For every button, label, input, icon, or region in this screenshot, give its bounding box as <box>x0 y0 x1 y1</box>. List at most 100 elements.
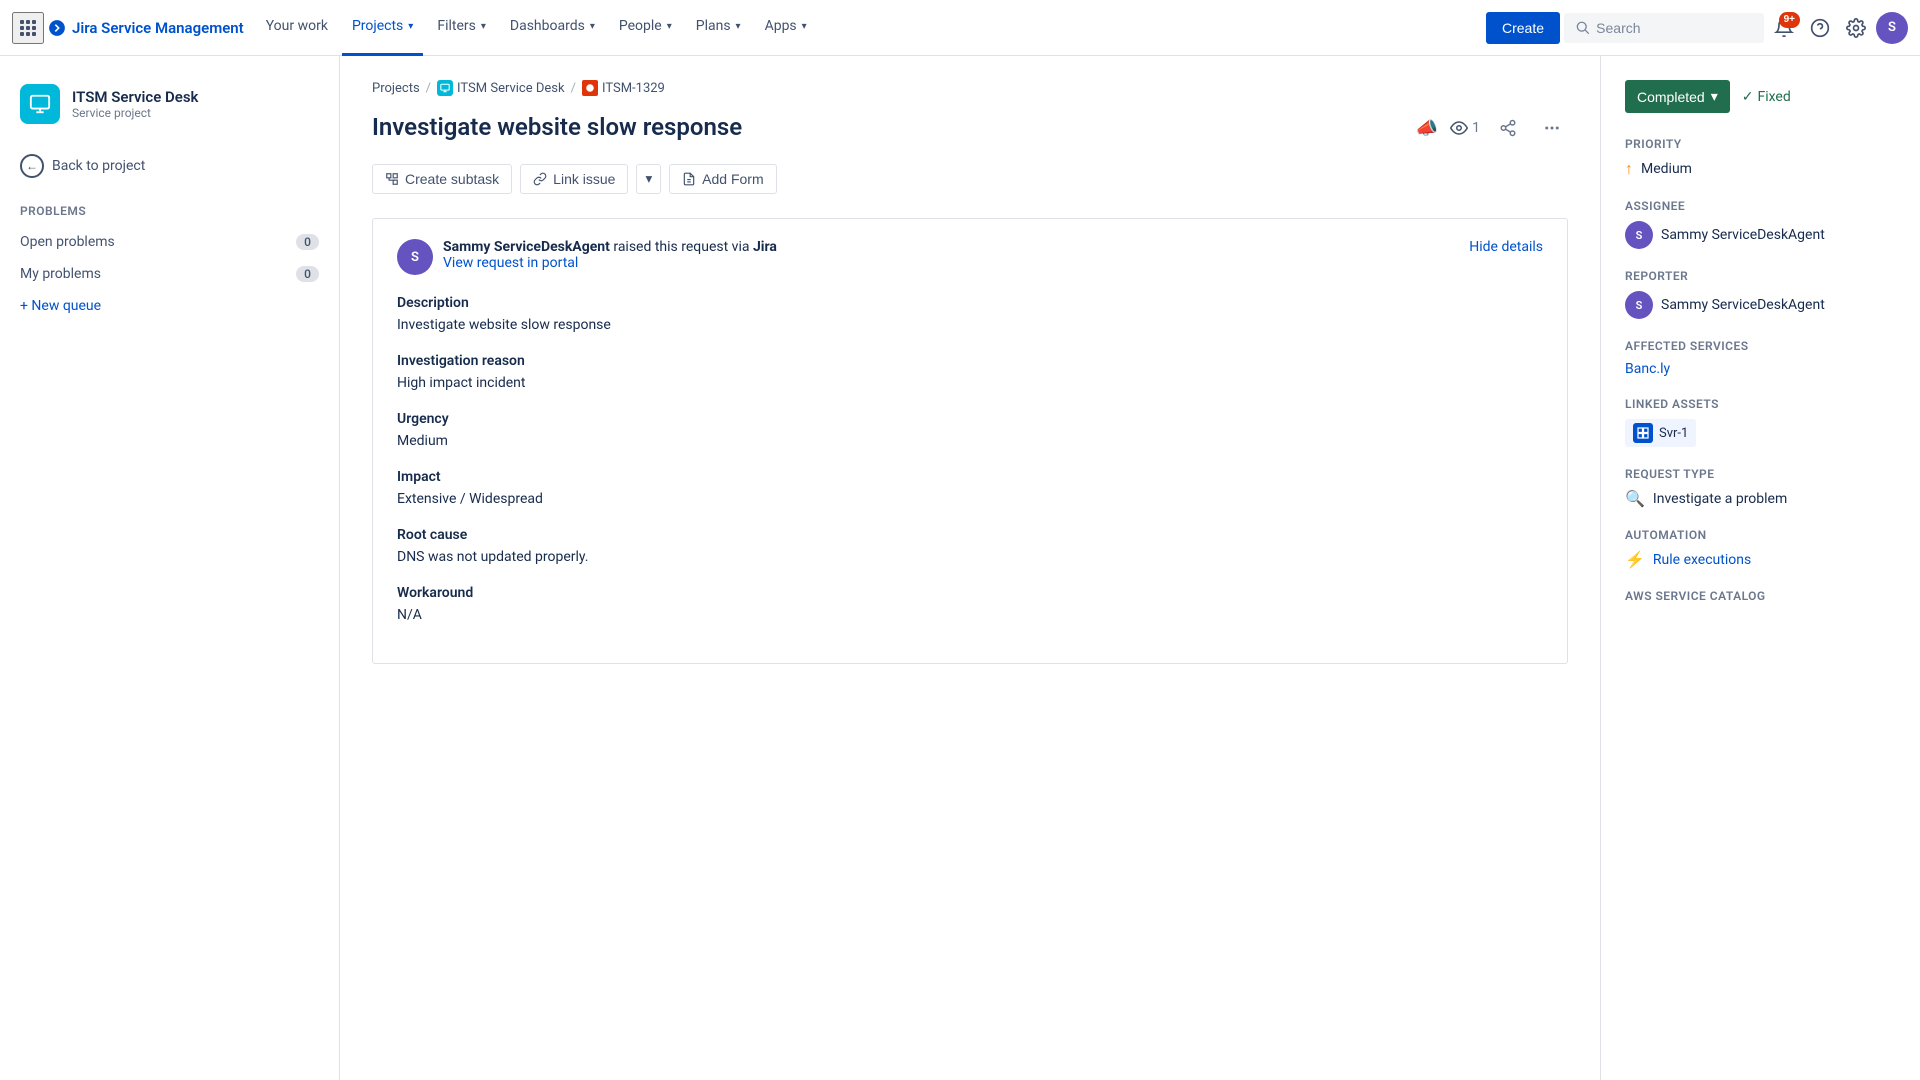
priority-label: Priority <box>1625 137 1896 151</box>
request-type-label: Request Type <box>1625 467 1896 481</box>
issue-toolbar: Create subtask Link issue ▾ Add Form <box>372 164 1568 194</box>
help-button[interactable] <box>1804 12 1836 44</box>
affected-services-label: Affected services <box>1625 339 1896 353</box>
project-icon <box>20 84 60 124</box>
breadcrumb-sep-2: / <box>571 81 576 96</box>
assignee-value: S Sammy ServiceDeskAgent <box>1625 221 1896 249</box>
nav-dashboards[interactable]: Dashboards ▾ <box>500 0 605 56</box>
apps-chevron-icon: ▾ <box>802 21 807 32</box>
settings-button[interactable] <box>1840 12 1872 44</box>
reporter-value: S Sammy ServiceDeskAgent <box>1625 291 1896 319</box>
investigation-reason-value: High impact incident <box>397 375 1543 391</box>
raised-via: Jira <box>753 239 777 255</box>
add-form-button[interactable]: Add Form <box>669 164 776 194</box>
breadcrumb-project-icon <box>437 80 453 96</box>
requester-text: Sammy ServiceDeskAgent raised this reque… <box>443 239 777 271</box>
asset-badge[interactable]: Svr-1 <box>1625 419 1696 447</box>
automation-link[interactable]: Rule executions <box>1653 552 1751 568</box>
linked-assets-value: Svr-1 <box>1625 419 1896 447</box>
investigation-reason-field: Investigation reason High impact inciden… <box>397 353 1543 391</box>
watch-button[interactable]: 1 <box>1450 119 1480 137</box>
urgency-value: Medium <box>397 433 1543 449</box>
investigation-reason-label: Investigation reason <box>397 353 1543 369</box>
breadcrumb-project[interactable]: ITSM Service Desk <box>437 80 565 96</box>
hide-details-button[interactable]: Hide details <box>1469 239 1543 255</box>
more-options-button[interactable] <box>1536 112 1568 144</box>
notifications-button[interactable]: 9+ <box>1768 12 1800 44</box>
breadcrumb-projects[interactable]: Projects <box>372 81 420 96</box>
filters-chevron-icon: ▾ <box>481 21 486 32</box>
impact-field: Impact Extensive / Widespread <box>397 469 1543 507</box>
issue-title: Investigate website slow response <box>372 112 742 143</box>
toolbar-more-button[interactable]: ▾ <box>636 164 661 194</box>
subtask-icon <box>385 172 399 186</box>
sidebar-project-name: ITSM Service Desk <box>72 88 198 106</box>
automation-label: Automation <box>1625 528 1896 542</box>
problems-section-header: Problems <box>0 188 339 226</box>
nav-your-work[interactable]: Your work <box>256 0 338 56</box>
priority-field: Priority ↑ Medium <box>1625 137 1896 179</box>
resolution-label: Fixed <box>1757 89 1790 105</box>
assignee-label: Assignee <box>1625 199 1896 213</box>
aws-label: AWS Service Catalog <box>1625 589 1896 603</box>
notifications-badge: 9+ <box>1779 12 1800 28</box>
link-issue-button[interactable]: Link issue <box>520 164 628 194</box>
create-button[interactable]: Create <box>1486 12 1560 44</box>
sidebar-item-open-problems[interactable]: Open problems 0 <box>0 226 339 258</box>
back-to-project[interactable]: ← Back to project <box>0 144 339 188</box>
nav-people[interactable]: People ▾ <box>609 0 682 56</box>
root-cause-field: Root cause DNS was not updated properly. <box>397 527 1543 565</box>
description-label: Description <box>397 295 1543 311</box>
linked-assets-field: LINKED ASSETS Svr-1 <box>1625 397 1896 447</box>
issue-header: Investigate website slow response 📣 1 <box>372 112 1568 144</box>
nav-projects[interactable]: Projects ▾ <box>342 0 423 56</box>
eye-icon <box>1450 119 1468 137</box>
user-avatar[interactable]: S <box>1876 12 1908 44</box>
requester-info: S Sammy ServiceDeskAgent raised this req… <box>397 239 777 275</box>
affected-services-link[interactable]: Banc.ly <box>1625 361 1670 377</box>
nav-plans[interactable]: Plans ▾ <box>686 0 751 56</box>
form-icon <box>682 172 696 186</box>
workaround-value: N/A <box>397 607 1543 623</box>
new-queue-button[interactable]: + New queue <box>0 290 339 322</box>
view-portal-link[interactable]: View request in portal <box>443 255 777 271</box>
search-icon <box>1576 20 1590 36</box>
affected-services-field: Affected services Banc.ly <box>1625 339 1896 377</box>
plans-chevron-icon: ▾ <box>736 21 741 32</box>
request-type-field: Request Type 🔍 Investigate a problem <box>1625 467 1896 508</box>
projects-chevron-icon: ▾ <box>408 21 413 32</box>
asset-icon <box>1633 423 1653 443</box>
sidebar-project-type: Service project <box>72 106 198 120</box>
impact-value: Extensive / Widespread <box>397 491 1543 507</box>
requester-avatar: S <box>397 239 433 275</box>
sidebar-project: ITSM Service Desk Service project <box>0 76 339 144</box>
right-panel: Completed ▾ ✓ Fixed Priority ↑ Medium As… <box>1600 56 1920 1080</box>
checkmark-icon: ✓ <box>1742 89 1754 105</box>
status-button[interactable]: Completed ▾ <box>1625 80 1730 113</box>
share-button[interactable] <box>1492 112 1524 144</box>
priority-value: ↑ Medium <box>1625 159 1896 179</box>
requester-name: Sammy ServiceDeskAgent <box>443 239 610 255</box>
urgency-label: Urgency <box>397 411 1543 427</box>
resolution-badge: ✓ Fixed <box>1742 89 1791 105</box>
grid-icon[interactable] <box>12 12 44 44</box>
completed-label: Completed <box>1637 89 1705 105</box>
create-subtask-button[interactable]: Create subtask <box>372 164 512 194</box>
issue-type-icon <box>582 80 598 96</box>
sidebar: ITSM Service Desk Service project ← Back… <box>0 56 340 1080</box>
nav-apps[interactable]: Apps ▾ <box>755 0 817 56</box>
breadcrumb: Projects / ITSM Service Desk / <box>372 80 1568 96</box>
status-row: Completed ▾ ✓ Fixed <box>1625 80 1896 113</box>
description-field: Description Investigate website slow res… <box>397 295 1543 333</box>
status-chevron-icon: ▾ <box>1711 88 1718 105</box>
search-box[interactable] <box>1564 13 1764 43</box>
nav-filters[interactable]: Filters ▾ <box>427 0 496 56</box>
aws-field: AWS Service Catalog <box>1625 589 1896 603</box>
app-logo[interactable]: Jira Service Management <box>48 19 244 37</box>
breadcrumb-project-link[interactable]: ITSM Service Desk <box>457 81 565 96</box>
description-value: Investigate website slow response <box>397 317 1543 333</box>
sidebar-item-my-problems[interactable]: My problems 0 <box>0 258 339 290</box>
affected-services-value: Banc.ly <box>1625 361 1896 377</box>
search-input[interactable] <box>1596 20 1752 36</box>
back-icon: ← <box>20 154 44 178</box>
